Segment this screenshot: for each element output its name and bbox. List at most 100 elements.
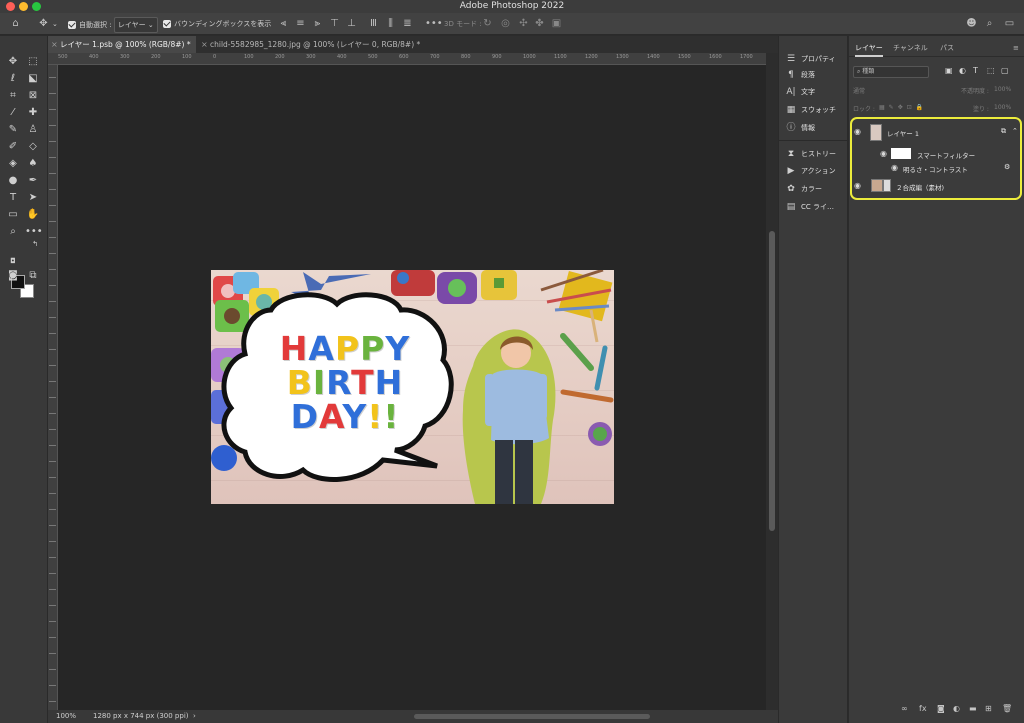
move-tool-icon[interactable]: ✥ [38, 18, 49, 29]
dock-item-character[interactable]: A| 文字 [785, 85, 815, 99]
3d-pan-icon[interactable]: ✣ [518, 18, 529, 29]
new-group-icon[interactable]: ▬ [969, 704, 977, 713]
vertical-scrollbar[interactable] [766, 53, 778, 710]
dock-item-paragraph[interactable]: ¶ 段落 [785, 68, 815, 82]
lasso-tool-icon[interactable]: ℓ [5, 72, 21, 86]
hand-tool-icon[interactable]: ✋ [25, 208, 41, 222]
birthday-line-1: HAPPY [255, 332, 435, 366]
filter-adjustment-icon[interactable]: ◐ [959, 66, 966, 75]
path-select-tool-icon[interactable]: ➤ [25, 191, 41, 205]
rectangle-tool-icon[interactable]: ▭ [5, 208, 21, 222]
ruler-tick-mark [49, 637, 56, 638]
frame-tool-icon[interactable]: ⊠ [25, 89, 41, 103]
crop-tool-icon[interactable]: ⌗ [5, 89, 21, 103]
move-tool-icon[interactable]: ✥ [5, 55, 21, 69]
dock-item-cc-libraries[interactable]: ▤ CC ライ… [785, 200, 834, 214]
tab-channels[interactable]: チャンネル [893, 41, 928, 57]
dock-item-color[interactable]: ✿ カラー [785, 182, 822, 196]
tab-layers[interactable]: レイヤー [855, 41, 883, 57]
ruler-tick-label: 200 [151, 54, 161, 60]
dock-item-properties[interactable]: ☰ プロパティ [785, 52, 836, 66]
auto-select-checkbox[interactable]: 自動選択 : レイヤー ⌄ [68, 17, 158, 33]
zoom-tool-icon[interactable]: ⌕ [5, 225, 21, 239]
pen-tool-icon[interactable]: ✒ [25, 174, 41, 188]
dock-item-info[interactable]: ⓘ 情報 [785, 121, 815, 135]
quick-mask-icon[interactable]: ◙ [5, 269, 21, 283]
zoom-window-button[interactable] [32, 2, 41, 11]
birthday-letter: D [290, 397, 319, 436]
dock-item-history[interactable]: ⧗ ヒストリー [785, 147, 836, 161]
auto-select-dropdown[interactable]: レイヤー ⌄ [113, 17, 158, 33]
dock-item-actions[interactable]: ▶ アクション [785, 164, 836, 178]
filter-pixel-icon[interactable]: ▣ [945, 66, 953, 75]
close-tab-icon[interactable]: × [201, 36, 208, 53]
close-window-button[interactable] [6, 2, 15, 11]
filter-smart-object-icon[interactable]: ▢ [1001, 66, 1009, 75]
align-left-icon[interactable]: ⫷ [278, 18, 289, 29]
filter-type-icon[interactable]: T [973, 66, 978, 75]
tab-child-jpg[interactable]: × child-5582985_1280.jpg @ 100% (レイヤー 0,… [198, 36, 488, 53]
align-top-icon[interactable]: ⊤ [329, 18, 340, 29]
workspace-icon[interactable]: ▭ [1004, 18, 1015, 29]
marquee-tool-icon[interactable]: ⬚ [25, 55, 41, 69]
history-brush-tool-icon[interactable]: ✐ [5, 140, 21, 154]
search-icon[interactable]: ⌕ [984, 18, 995, 29]
align-right-icon[interactable]: ⫸ [312, 18, 323, 29]
close-tab-icon[interactable]: × [51, 36, 58, 53]
tab-paths[interactable]: パス [940, 41, 954, 57]
distribute-v-icon[interactable]: ≣ [402, 18, 413, 29]
blend-mode-dropdown[interactable]: 通常 [853, 86, 865, 95]
distribute-icon[interactable]: Ⅲ [368, 18, 379, 29]
3d-roll-icon[interactable]: ◎ [500, 18, 511, 29]
type-tool-icon[interactable]: T [5, 191, 21, 205]
3d-scale-icon[interactable]: ▣ [551, 18, 562, 29]
brush-tool-icon[interactable]: ✎ [5, 123, 21, 137]
tool-preset-dropdown[interactable]: ⌄ [52, 17, 58, 31]
lock-icons[interactable]: ▦✎✥⊡🔒 [879, 104, 927, 111]
scroll-thumb[interactable] [769, 231, 775, 531]
add-mask-icon[interactable]: ◙ [937, 704, 945, 713]
more-options-icon[interactable]: ••• [425, 18, 443, 29]
delete-layer-icon[interactable]: 🗑 [1002, 704, 1012, 713]
object-select-tool-icon[interactable]: ⬕ [25, 72, 41, 86]
dodge-tool-icon[interactable]: ● [5, 174, 21, 188]
tab-layer1-psb[interactable]: × レイヤー 1.psb @ 100% (RGB/8#) * [48, 36, 196, 53]
adjustment-layer-icon[interactable]: ◐ [953, 704, 960, 713]
stamp-tool-icon[interactable]: ♙ [25, 123, 41, 137]
screen-mode-icon[interactable]: ⧉ [25, 269, 41, 283]
align-middle-icon[interactable]: ⊥ [346, 18, 357, 29]
healing-tool-icon[interactable]: ✚ [25, 106, 41, 120]
eyedropper-tool-icon[interactable]: ⁄ [5, 106, 21, 120]
ruler-tick-mark [49, 125, 56, 126]
new-layer-icon[interactable]: ⊞ [985, 704, 992, 713]
align-center-icon[interactable]: ≡ [295, 18, 306, 29]
ruler-tick-mark [49, 237, 56, 238]
document-canvas[interactable]: HAPPY BIRTH DAY!! [211, 270, 614, 504]
3d-slide-icon[interactable]: ✤ [534, 18, 545, 29]
show-bbox-checkbox[interactable]: バウンディングボックスを表示 [163, 17, 271, 31]
opacity-value[interactable]: 100% [994, 86, 1011, 93]
share-icon[interactable]: ☻ [966, 18, 977, 29]
fill-value[interactable]: 100% [994, 104, 1011, 111]
panel-menu-icon[interactable]: ≡ [1013, 41, 1019, 57]
ruler-tick-mark [49, 397, 56, 398]
ruler-tick-mark [49, 525, 56, 526]
home-icon[interactable]: ⌂ [10, 18, 21, 29]
horizontal-scrollbar[interactable] [414, 714, 650, 719]
distribute-h-icon[interactable]: ⫼ [385, 18, 396, 29]
zoom-level[interactable]: 100% [56, 710, 76, 723]
dock-item-swatches[interactable]: ▦ スウォッチ [785, 103, 836, 117]
minimize-window-button[interactable] [19, 2, 28, 11]
eraser-tool-icon[interactable]: ◇ [25, 140, 41, 154]
status-menu-arrow-icon[interactable]: › [193, 710, 196, 723]
ruler-tick-label: 700 [430, 54, 440, 60]
link-layers-icon[interactable]: ∞ [901, 704, 908, 713]
filter-kind-dropdown[interactable]: ⌕ 種類 [853, 66, 929, 78]
3d-orbit-icon[interactable]: ↻ [482, 18, 493, 29]
blur-tool-icon[interactable]: ♠ [25, 157, 41, 171]
paint-bucket-tool-icon[interactable]: ◈ [5, 157, 21, 171]
default-colors-icon[interactable]: ◘ [5, 254, 21, 268]
swap-colors-icon[interactable]: ↰ [27, 237, 43, 251]
layer-style-icon[interactable]: fx [919, 704, 927, 713]
filter-shape-icon[interactable]: ⬚ [987, 66, 995, 75]
